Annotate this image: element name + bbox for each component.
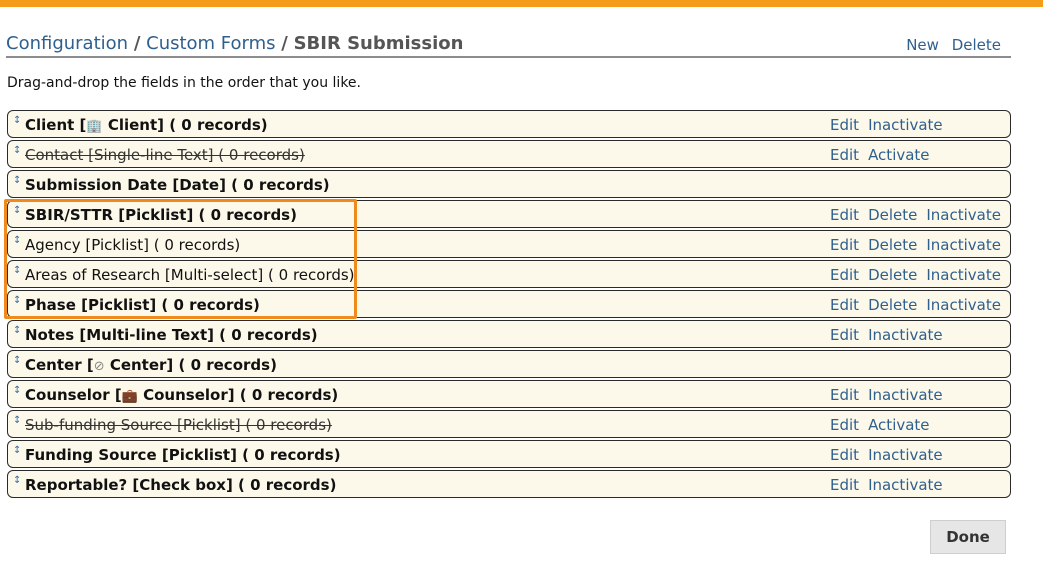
row-actions: Edit Delete Inactivate bbox=[830, 296, 1010, 314]
inactivate-link[interactable]: Inactivate bbox=[926, 206, 1001, 224]
row-actions: Edit Inactivate bbox=[830, 326, 952, 344]
field-label-prefix: Center [ bbox=[25, 356, 94, 374]
new-link[interactable]: New bbox=[906, 36, 939, 54]
field-label: Counselor [💼 Counselor] ( 0 records) bbox=[25, 386, 338, 404]
drag-handle-icon[interactable]: ↕ bbox=[13, 176, 21, 186]
edit-link[interactable]: Edit bbox=[830, 266, 859, 284]
field-label-prefix: Counselor [ bbox=[25, 386, 122, 404]
delete-link[interactable]: Delete bbox=[868, 206, 917, 224]
field-label: Contact [Single-line Text] ( 0 records) bbox=[25, 146, 305, 164]
field-label: Submission Date [Date] ( 0 records) bbox=[25, 176, 330, 194]
row-actions: Edit Activate bbox=[830, 416, 939, 434]
edit-link[interactable]: Edit bbox=[830, 236, 859, 254]
field-row[interactable]: ↕ Client [🏢 Client] ( 0 records) Edit Inact… bbox=[7, 110, 1011, 138]
briefcase-icon: 💼 bbox=[121, 389, 138, 404]
top-accent-bar bbox=[0, 0, 1043, 7]
drag-handle-icon[interactable]: ↕ bbox=[13, 446, 21, 456]
delete-link[interactable]: Delete bbox=[868, 236, 917, 254]
inactivate-link[interactable]: Inactivate bbox=[868, 116, 943, 134]
activate-link[interactable]: Activate bbox=[868, 146, 929, 164]
drag-handle-icon[interactable]: ↕ bbox=[13, 146, 21, 156]
drag-handle-icon[interactable]: ↕ bbox=[13, 326, 21, 336]
field-label: Phase [Picklist] ( 0 records) bbox=[25, 296, 260, 314]
done-button[interactable]: Done bbox=[930, 520, 1006, 554]
edit-link[interactable]: Edit bbox=[830, 446, 859, 464]
field-label: Notes [Multi-line Text] ( 0 records) bbox=[25, 326, 318, 344]
inactivate-link[interactable]: Inactivate bbox=[868, 446, 943, 464]
row-actions: Edit Inactivate bbox=[830, 116, 952, 134]
drag-handle-icon[interactable]: ↕ bbox=[13, 116, 21, 126]
breadcrumb-custom-forms[interactable]: Custom Forms bbox=[146, 33, 275, 54]
breadcrumb-separator: / bbox=[281, 33, 288, 54]
field-list: ↕ Client [🏢 Client] ( 0 records) Edit Inact… bbox=[7, 110, 1011, 500]
edit-link[interactable]: Edit bbox=[830, 116, 859, 134]
field-row[interactable]: ↕ SBIR/STTR [Picklist] ( 0 records) Edit De… bbox=[7, 200, 1011, 228]
building-icon: 🏢 bbox=[86, 119, 103, 134]
field-row[interactable]: ↕ Sub-funding Source [Picklist] ( 0 recor… bbox=[7, 410, 1011, 438]
field-label: Agency [Picklist] ( 0 records) bbox=[25, 236, 241, 254]
compass-icon: ⊘ bbox=[93, 359, 105, 374]
drag-handle-icon[interactable]: ↕ bbox=[13, 386, 21, 396]
edit-link[interactable]: Edit bbox=[830, 146, 859, 164]
row-actions: Edit Inactivate bbox=[830, 476, 952, 494]
field-label: Client [🏢 Client] ( 0 records) bbox=[25, 116, 268, 134]
delete-link[interactable]: Delete bbox=[868, 266, 917, 284]
drag-handle-icon[interactable]: ↕ bbox=[13, 476, 21, 486]
row-actions: Edit Delete Inactivate bbox=[830, 206, 1010, 224]
field-label: SBIR/STTR [Picklist] ( 0 records) bbox=[25, 206, 297, 224]
field-row[interactable]: ↕ Areas of Research [Multi-select] ( 0 re… bbox=[7, 260, 1011, 288]
drag-handle-icon[interactable]: ↕ bbox=[13, 206, 21, 216]
edit-link[interactable]: Edit bbox=[830, 476, 859, 494]
breadcrumb-separator: / bbox=[133, 33, 141, 54]
page-header: Configuration / Custom Forms / SBIR Subm… bbox=[6, 30, 1011, 58]
edit-link[interactable]: Edit bbox=[830, 296, 859, 314]
inactivate-link[interactable]: Inactivate bbox=[868, 326, 943, 344]
inactivate-link[interactable]: Inactivate bbox=[868, 386, 943, 404]
field-row[interactable]: ↕ Center [⊘ Center] ( 0 records) bbox=[7, 350, 1011, 378]
field-row[interactable]: ↕ Agency [Picklist] ( 0 records) Edit Delet… bbox=[7, 230, 1011, 258]
field-row[interactable]: ↕ Contact [Single-line Text] ( 0 records)… bbox=[7, 140, 1011, 168]
breadcrumb: Configuration / Custom Forms / SBIR Subm… bbox=[6, 33, 463, 54]
breadcrumb-configuration[interactable]: Configuration bbox=[6, 33, 128, 54]
field-label-prefix: Client [ bbox=[25, 116, 87, 134]
delete-link[interactable]: Delete bbox=[868, 296, 917, 314]
field-label-suffix: Counselor] ( 0 records) bbox=[137, 386, 339, 404]
field-row[interactable]: ↕ Counselor [💼 Counselor] ( 0 records) Edi… bbox=[7, 380, 1011, 408]
edit-link[interactable]: Edit bbox=[830, 206, 859, 224]
drag-handle-icon[interactable]: ↕ bbox=[13, 236, 21, 246]
drag-handle-icon[interactable]: ↕ bbox=[13, 266, 21, 276]
field-label: Sub-funding Source [Picklist] ( 0 record… bbox=[25, 416, 332, 434]
row-actions: Edit Inactivate bbox=[830, 446, 952, 464]
field-row[interactable]: ↕ Funding Source [Picklist] ( 0 records) E… bbox=[7, 440, 1011, 468]
row-actions: Edit Delete Inactivate bbox=[830, 236, 1010, 254]
row-actions: Edit Activate bbox=[830, 146, 939, 164]
edit-link[interactable]: Edit bbox=[830, 416, 859, 434]
field-row[interactable]: ↕ Notes [Multi-line Text] ( 0 records) Edi… bbox=[7, 320, 1011, 348]
edit-link[interactable]: Edit bbox=[830, 386, 859, 404]
page-title: SBIR Submission bbox=[293, 33, 464, 54]
drag-handle-icon[interactable]: ↕ bbox=[13, 416, 21, 426]
field-label: Funding Source [Picklist] ( 0 records) bbox=[25, 446, 341, 464]
field-label: Center [⊘ Center] ( 0 records) bbox=[25, 356, 277, 374]
row-actions: Edit Delete Inactivate bbox=[830, 266, 1010, 284]
inactivate-link[interactable]: Inactivate bbox=[926, 266, 1001, 284]
inactivate-link[interactable]: Inactivate bbox=[868, 476, 943, 494]
activate-link[interactable]: Activate bbox=[868, 416, 929, 434]
inactivate-link[interactable]: Inactivate bbox=[926, 236, 1001, 254]
row-actions: Edit Inactivate bbox=[830, 386, 952, 404]
header-actions: New Delete bbox=[898, 36, 1001, 54]
field-label-suffix: Center] ( 0 records) bbox=[104, 356, 277, 374]
delete-form-link[interactable]: Delete bbox=[952, 36, 1001, 54]
drag-handle-icon[interactable]: ↕ bbox=[13, 356, 21, 366]
field-row[interactable]: ↕ Reportable? [Check box] ( 0 records) Edi… bbox=[7, 470, 1011, 498]
field-label: Reportable? [Check box] ( 0 records) bbox=[25, 476, 337, 494]
edit-link[interactable]: Edit bbox=[830, 326, 859, 344]
drag-handle-icon[interactable]: ↕ bbox=[13, 296, 21, 306]
field-row[interactable]: ↕ Phase [Picklist] ( 0 records) Edit Delete… bbox=[7, 290, 1011, 318]
field-label: Areas of Research [Multi-select] ( 0 rec… bbox=[25, 266, 355, 284]
field-row[interactable]: ↕ Submission Date [Date] ( 0 records) bbox=[7, 170, 1011, 198]
inactivate-link[interactable]: Inactivate bbox=[926, 296, 1001, 314]
field-label-suffix: Client] ( 0 records) bbox=[102, 116, 268, 134]
instructions-text: Drag-and-drop the fields in the order th… bbox=[7, 75, 361, 91]
